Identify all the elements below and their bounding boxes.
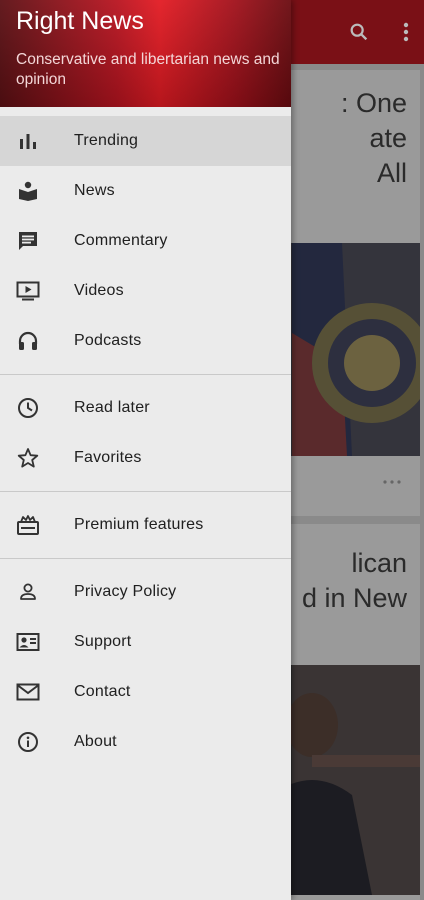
drawer-item-trending[interactable]: Trending (0, 116, 291, 166)
navigation-drawer: Right News Conservative and libertarian … (0, 0, 291, 900)
drawer-item-favorites[interactable]: Favorites (0, 433, 291, 483)
contact-card-icon (16, 630, 40, 654)
star-icon (16, 446, 40, 470)
comment-icon (16, 229, 40, 253)
drawer-item-label: Favorites (74, 449, 142, 466)
drawer-divider (0, 491, 291, 492)
drawer-item-label: Podcasts (74, 332, 142, 349)
drawer-item-news[interactable]: News (0, 166, 291, 216)
premium-icon (16, 513, 40, 537)
drawer-item-privacy-policy[interactable]: Privacy Policy (0, 567, 291, 617)
app-title: Right News (16, 7, 144, 35)
drawer-item-label: Support (74, 633, 132, 650)
drawer-menu: Trending News Commentary Videos Podcasts (0, 116, 291, 767)
drawer-divider (0, 374, 291, 375)
drawer-item-label: Videos (74, 282, 124, 299)
drawer-item-videos[interactable]: Videos (0, 266, 291, 316)
drawer-item-commentary[interactable]: Commentary (0, 216, 291, 266)
drawer-item-label: About (74, 733, 117, 750)
clock-icon (16, 396, 40, 420)
drawer-item-label: Read later (74, 399, 150, 416)
drawer-item-read-later[interactable]: Read later (0, 383, 291, 433)
drawer-item-label: Premium features (74, 516, 204, 533)
news-reader-icon (16, 179, 40, 203)
headphones-icon (16, 329, 40, 353)
drawer-item-label: Trending (74, 132, 139, 149)
mail-icon (16, 680, 40, 704)
trending-icon (16, 129, 40, 153)
card-more-icon[interactable] (378, 472, 406, 492)
info-icon (16, 730, 40, 754)
drawer-item-label: Privacy Policy (74, 583, 177, 600)
drawer-item-label: Contact (74, 683, 131, 700)
person-icon (16, 580, 40, 604)
app-subtitle: Conservative and libertarian news and op… (16, 51, 280, 88)
drawer-divider (0, 558, 291, 559)
drawer-item-podcasts[interactable]: Podcasts (0, 316, 291, 366)
search-icon[interactable] (345, 18, 373, 46)
drawer-header: Right News Conservative and libertarian … (0, 0, 291, 107)
more-vert-icon[interactable] (392, 18, 420, 46)
drawer-item-label: News (74, 182, 115, 199)
drawer-item-support[interactable]: Support (0, 617, 291, 667)
drawer-item-premium[interactable]: Premium features (0, 500, 291, 550)
drawer-item-label: Commentary (74, 232, 168, 249)
drawer-item-contact[interactable]: Contact (0, 667, 291, 717)
drawer-item-about[interactable]: About (0, 717, 291, 767)
video-icon (16, 279, 40, 303)
